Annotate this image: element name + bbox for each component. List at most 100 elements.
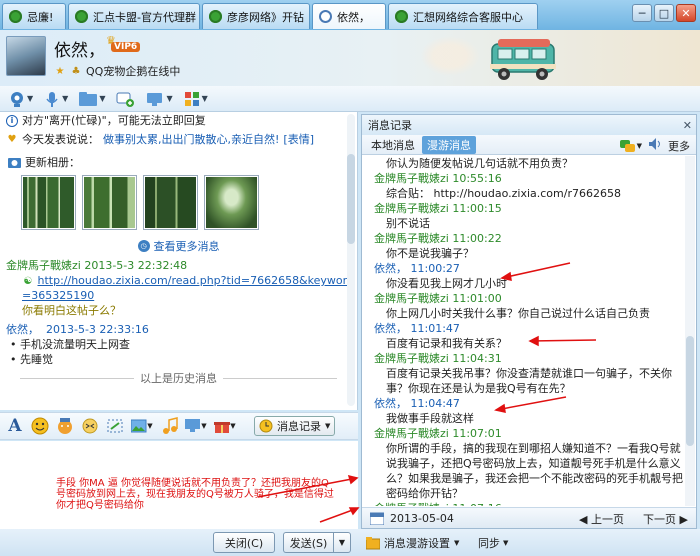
message-time: 2013-5-3 22:32:48 — [84, 259, 188, 272]
send-file-button[interactable]: ▼ — [76, 88, 107, 110]
chevron-down-icon: ▼ — [636, 141, 642, 150]
message-sender[interactable]: 金牌馬子戰婊zi — [6, 259, 81, 272]
message-sender[interactable]: 依然， — [6, 323, 39, 336]
history-message-header: 金牌馬子戰婊zi 11:07:16 — [374, 501, 686, 506]
shake-icon — [82, 418, 98, 434]
tab-label: 彦彦网络》开钻 — [227, 10, 304, 24]
star-icon[interactable]: ★ — [54, 65, 66, 77]
tab-conversation-5[interactable]: 汇想网络综合客服中心 — [388, 3, 538, 29]
gift-button[interactable]: ▼ — [213, 416, 237, 436]
album-photo[interactable] — [21, 175, 76, 230]
chevron-down-icon: ▼ — [325, 422, 331, 430]
microphone-icon — [46, 91, 58, 107]
send-image-button[interactable]: ▼ — [130, 416, 154, 436]
magic-face-icon — [58, 418, 72, 434]
link-preview-icon: ☯ — [23, 276, 33, 287]
tab-local-messages[interactable]: 本地消息 — [366, 136, 420, 154]
minimize-button[interactable]: ─ — [632, 4, 652, 22]
chevron-down-icon: ▼ — [99, 94, 106, 103]
pet-icon[interactable]: ♣ — [70, 65, 82, 77]
chevron-down-icon: ▼ — [503, 538, 509, 547]
album-update-label: 更新相册： — [25, 156, 80, 169]
next-page-label: 下一页 — [643, 513, 677, 526]
apps-button[interactable]: ▼ — [181, 88, 210, 110]
send-button[interactable]: 发送(S) — [283, 532, 333, 553]
tab-conversation-active[interactable]: 依然， — [312, 3, 386, 29]
message-scrollbar[interactable] — [347, 114, 355, 406]
album-photo[interactable] — [143, 175, 198, 230]
remote-assist-button[interactable]: ▼ — [184, 416, 208, 436]
history-panel-header: 消息记录 ✕ — [362, 115, 696, 135]
daily-post-text[interactable]: 做事别太累,出出门散散心,亲近自然! — [103, 130, 279, 150]
create-discussion-button[interactable] — [113, 88, 137, 110]
album-photo[interactable] — [204, 175, 259, 230]
bottom-bar: 关闭(C) 发送(S) ▼ 消息漫游设置 ▼ 同步 ▼ — [0, 529, 700, 556]
nudge-button[interactable] — [80, 416, 100, 436]
scrollbar-thumb[interactable] — [347, 154, 355, 244]
screenshot-button[interactable] — [105, 416, 125, 436]
folder-icon — [79, 91, 98, 106]
emoji-button[interactable] — [30, 416, 50, 436]
status-line: ★ ♣ QQ宠物企鹅在线中 — [54, 63, 181, 79]
font-button[interactable]: A — [5, 416, 25, 436]
message-line-text: 手机没流量明天上网查 — [20, 338, 130, 351]
history-separator: 以上是历史消息 — [0, 370, 357, 386]
gift-icon — [214, 422, 231, 433]
qq-icon — [395, 10, 408, 23]
remote-desktop-button[interactable]: ▼ — [143, 88, 174, 110]
message-input[interactable]: 手段 你MA 逼 你觉得随便说话就不用负责了？还把我朋友的Q号密码放到网上去，现… — [0, 441, 358, 529]
video-call-button[interactable]: ▼ — [6, 88, 35, 110]
avatar[interactable] — [6, 36, 46, 76]
history-message-header: 金牌馬子戰婊zi 11:01:00 — [374, 292, 502, 305]
camera-icon — [8, 158, 21, 168]
close-window-button[interactable]: ✕ — [676, 4, 696, 22]
message-input-text[interactable]: 手段 你MA 逼 你觉得随便说话就不用负责了？还把我朋友的Q号密码放到网上去，现… — [56, 478, 336, 511]
history-footer: 2013-05-04 ◀ 上一页 下一页 ▶ — [362, 507, 696, 528]
font-icon: A — [8, 416, 22, 436]
view-more-messages-link[interactable]: ◷ 查看更多消息 — [0, 238, 357, 254]
monitor-icon — [185, 419, 201, 432]
sync-button[interactable]: 同步 ▼ — [478, 532, 508, 553]
daily-post-emoji-link[interactable]: [表情] — [283, 130, 314, 150]
tab-conversation-1[interactable]: 忌廉! — [2, 3, 66, 29]
info-icon: i — [6, 115, 18, 127]
contact-nickname[interactable]: 依然， — [54, 36, 105, 61]
chat-toolbar: ▼ ▼ ▼ ▼ ▼ — [0, 86, 700, 112]
previous-page-button[interactable]: ◀ 上一页 — [579, 511, 624, 527]
send-options-button[interactable]: ▼ — [333, 532, 351, 553]
tab-conversation-2[interactable]: 汇点卡盟-官方代理群 — [68, 3, 200, 29]
close-panel-button[interactable]: ✕ — [683, 119, 692, 132]
tab-conversation-3[interactable]: 彦彦网络》开钻 — [202, 3, 310, 29]
maximize-button[interactable]: □ — [654, 4, 674, 22]
roaming-settings-button[interactable]: 消息漫游设置 ▼ — [366, 532, 459, 553]
magic-emoji-button[interactable] — [55, 416, 75, 436]
clock-icon: ◷ — [137, 240, 150, 252]
history-message-header: 金牌馬子戰婊zi 11:07:01 — [374, 427, 502, 440]
album-photo[interactable] — [82, 175, 137, 230]
tab-label: 汇想网络综合客服中心 — [413, 10, 523, 24]
chevron-down-icon: ▼ — [62, 94, 69, 103]
vip-badge[interactable]: VIP6 — [111, 42, 141, 52]
music-button[interactable] — [159, 416, 179, 436]
date-picker[interactable]: 2013-05-04 — [362, 511, 454, 525]
voice-call-button[interactable]: ▼ — [41, 88, 70, 110]
input-toolbar: A ▼ ▼ ▼ 消息记录 ▼ — [0, 412, 358, 440]
history-view-button[interactable]: ▼ — [619, 139, 642, 153]
view-more-messages-text: 查看更多消息 — [153, 240, 220, 253]
history-more-button[interactable]: 更多 — [668, 138, 690, 154]
history-message-body: 别不说话 — [386, 217, 430, 230]
next-page-button[interactable]: 下一页 ▶ — [643, 511, 688, 527]
message-line: • 先睡觉 — [10, 353, 53, 366]
message-link[interactable]: http://houdao.zixia.com/read.php?tid=766… — [22, 274, 354, 302]
window-controls: ─ □ ✕ — [632, 4, 696, 22]
message-history-button[interactable]: 消息记录 ▼ — [254, 416, 336, 436]
history-sound-button[interactable] — [648, 137, 662, 154]
history-message-header: 依然， 11:00:27 — [374, 262, 460, 275]
tab-roaming-messages[interactable]: 漫游消息 — [422, 135, 476, 154]
scrollbar-thumb[interactable] — [686, 336, 694, 446]
away-notice: i 对方"离开(忙碌)"，可能无法立即回复 — [0, 112, 357, 130]
history-scrollbar[interactable] — [685, 156, 695, 506]
previous-page-label: 上一页 — [591, 513, 624, 526]
close-button[interactable]: 关闭(C) — [213, 532, 275, 553]
history-message-header: 依然， 11:01:47 — [374, 322, 460, 335]
